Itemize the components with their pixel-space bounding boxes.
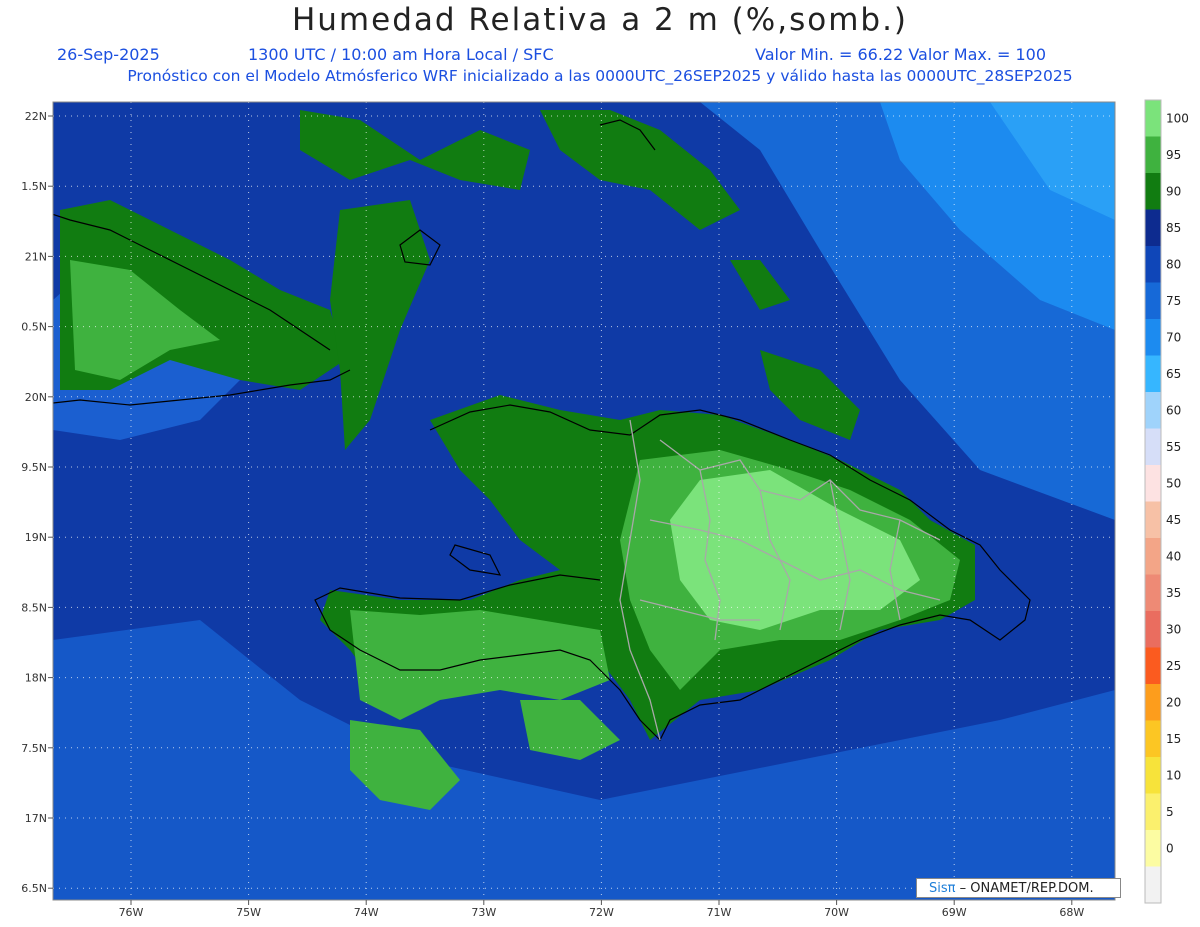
legend-label-7: 65 — [1166, 367, 1181, 381]
legend-swatch-7 — [1145, 355, 1161, 393]
legend-swatch-3 — [1145, 209, 1161, 247]
lat-label-5: 9.5N — [21, 461, 47, 474]
legend-swatch-17 — [1145, 720, 1161, 758]
lon-label-0: 76W — [119, 906, 144, 919]
legend-label-4: 80 — [1166, 257, 1181, 271]
legend-swatch-19 — [1145, 793, 1161, 831]
legend-swatch-8 — [1145, 392, 1161, 429]
credit-text: – ONAMET/REP.DOM. — [955, 881, 1094, 896]
lon-label-1: 75W — [236, 906, 261, 919]
legend-swatch-16 — [1145, 684, 1161, 721]
legend-label-12: 40 — [1166, 549, 1181, 563]
lat-label-8: 18N — [25, 672, 47, 685]
map-plot-area — [53, 102, 1115, 900]
lat-label-10: 17N — [25, 812, 47, 825]
legend-label-19: 5 — [1166, 805, 1174, 819]
legend-label-1: 95 — [1166, 148, 1181, 162]
legend-label-2: 90 — [1166, 184, 1181, 198]
lat-label-9: 7.5N — [21, 742, 47, 755]
lon-label-6: 70W — [824, 906, 849, 919]
legend-label-16: 20 — [1166, 695, 1181, 709]
color-legend: 1009590858075706560555045403530252015105… — [1144, 99, 1189, 904]
legend-label-10: 50 — [1166, 476, 1181, 490]
lat-label-0: 22N — [25, 110, 47, 123]
sispi-logo: Sisπ — [929, 881, 956, 896]
legend-swatch-6 — [1145, 319, 1161, 356]
lon-label-8: 68W — [1059, 906, 1084, 919]
legend-label-20: 0 — [1166, 841, 1174, 855]
lat-label-1: 1.5N — [21, 180, 47, 193]
latitude-labels: 22N 1.5N 21N 0.5N 20N 9.5N 19N 8.5N 18N 7.5N 17N 6.… — [21, 110, 53, 895]
lat-label-6: 19N — [25, 531, 47, 544]
legend-label-18: 10 — [1166, 768, 1181, 782]
credit-box: Sisπ – ONAMET/REP.DOM. — [916, 878, 1121, 898]
legend-swatch-5 — [1145, 282, 1161, 320]
legend-label-14: 30 — [1166, 622, 1181, 636]
legend-swatch-11 — [1145, 501, 1161, 539]
legend-swatch-9 — [1145, 428, 1161, 466]
legend-swatch-18 — [1145, 757, 1161, 794]
lat-label-7: 8.5N — [21, 601, 47, 614]
lon-label-3: 73W — [471, 906, 496, 919]
legend-swatch-13 — [1145, 574, 1161, 612]
humidity-map: 22N 1.5N 21N 0.5N 20N 9.5N 19N 8.5N 18N 7.5N 17N 6.… — [21, 99, 1189, 919]
legend-swatch-12 — [1145, 538, 1161, 575]
legend-label-6: 70 — [1166, 330, 1181, 344]
legend-swatch-14 — [1145, 611, 1161, 648]
legend-label-0: 100 — [1166, 111, 1189, 125]
legend-swatch-15 — [1145, 647, 1161, 685]
legend-label-15: 25 — [1166, 659, 1181, 673]
legend-swatch-20 — [1145, 830, 1161, 867]
legend-swatch-0 — [1145, 100, 1161, 137]
legend-swatch-1 — [1145, 136, 1161, 174]
legend-label-3: 85 — [1166, 221, 1181, 235]
lon-label-5: 71W — [707, 906, 732, 919]
lat-label-2: 21N — [25, 250, 47, 263]
legend-swatch-21 — [1145, 866, 1161, 904]
legend-label-5: 75 — [1166, 294, 1181, 308]
legend-label-11: 45 — [1166, 513, 1181, 527]
lat-label-4: 20N — [25, 391, 47, 404]
legend-swatch-2 — [1145, 173, 1161, 210]
lon-label-7: 69W — [942, 906, 967, 919]
lat-label-11: 6.5N — [21, 882, 47, 895]
lon-label-4: 72W — [589, 906, 614, 919]
lon-label-2: 74W — [354, 906, 379, 919]
legend-swatch-4 — [1145, 246, 1161, 283]
legend-label-8: 60 — [1166, 403, 1181, 417]
lat-label-3: 0.5N — [21, 321, 47, 334]
legend-label-9: 55 — [1166, 440, 1181, 454]
legend-label-17: 15 — [1166, 732, 1181, 746]
legend-label-13: 35 — [1166, 586, 1181, 600]
legend-swatch-10 — [1145, 465, 1161, 502]
longitude-labels: 76W 75W 74W 73W 72W 71W 70W 69W 68W — [119, 900, 1084, 919]
